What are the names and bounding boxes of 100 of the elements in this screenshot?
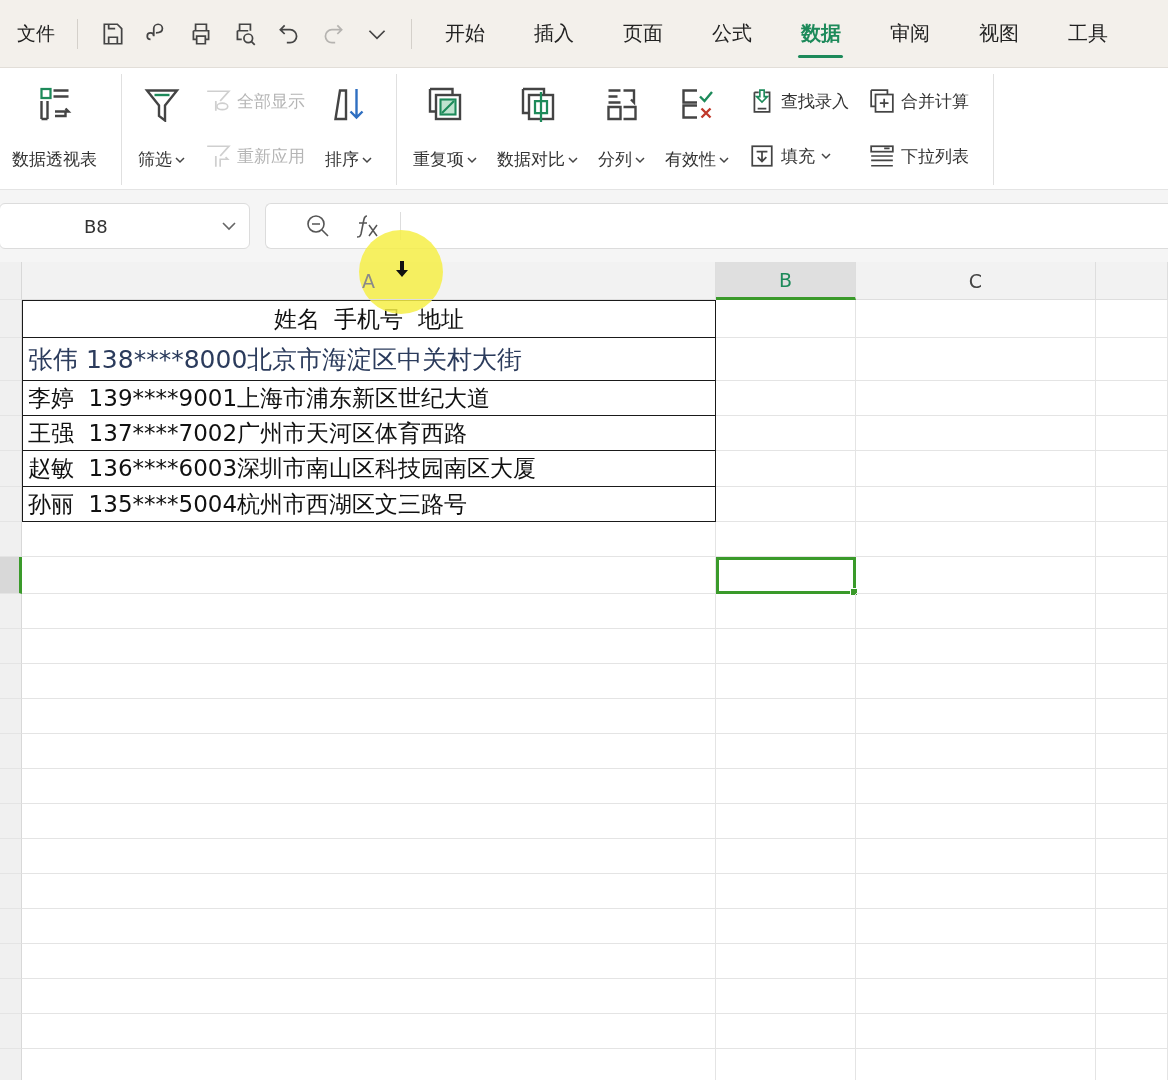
table-cell[interactable] bbox=[856, 699, 1096, 734]
table-cell[interactable] bbox=[1096, 699, 1168, 734]
table-cell[interactable] bbox=[22, 664, 716, 699]
table-cell[interactable] bbox=[22, 522, 716, 557]
table-cell[interactable] bbox=[716, 629, 856, 664]
table-cell[interactable] bbox=[1096, 769, 1168, 804]
menu-tab[interactable]: 页面 bbox=[598, 0, 687, 68]
table-cell[interactable] bbox=[1096, 522, 1168, 557]
table-cell[interactable] bbox=[22, 734, 716, 769]
table-cell[interactable] bbox=[716, 416, 856, 451]
table-cell[interactable] bbox=[856, 944, 1096, 979]
save-icon[interactable] bbox=[100, 20, 126, 47]
table-cell[interactable] bbox=[716, 300, 856, 338]
table-cell[interactable] bbox=[856, 522, 1096, 557]
table-cell[interactable] bbox=[1096, 734, 1168, 769]
table-cell[interactable] bbox=[1096, 557, 1168, 594]
table-cell[interactable] bbox=[716, 804, 856, 839]
table-cell[interactable] bbox=[716, 381, 856, 416]
table-cell[interactable] bbox=[22, 557, 716, 594]
column-header[interactable]: C bbox=[856, 262, 1096, 300]
table-cell[interactable] bbox=[22, 804, 716, 839]
table-cell[interactable] bbox=[716, 699, 856, 734]
table-cell[interactable] bbox=[22, 839, 716, 874]
table-cell[interactable] bbox=[1096, 381, 1168, 416]
ribbon-button[interactable]: 数据透视表 bbox=[2, 74, 107, 185]
table-cell[interactable] bbox=[22, 629, 716, 664]
ribbon-button[interactable]: 数据对比 bbox=[487, 74, 588, 185]
table-cell[interactable] bbox=[716, 338, 856, 381]
table-cell[interactable] bbox=[856, 451, 1096, 487]
table-cell[interactable]: 李婷 139****9001上海市浦东新区世纪大道 bbox=[22, 381, 716, 416]
table-cell[interactable] bbox=[856, 979, 1096, 1014]
table-cell[interactable] bbox=[1096, 979, 1168, 1014]
table-cell[interactable] bbox=[1096, 1014, 1168, 1049]
ribbon-button[interactable]: 填充 bbox=[745, 141, 853, 171]
table-cell[interactable] bbox=[1096, 874, 1168, 909]
table-cell[interactable] bbox=[1096, 416, 1168, 451]
table-cell[interactable] bbox=[716, 451, 856, 487]
menu-tab[interactable]: 插入 bbox=[509, 0, 598, 68]
table-cell[interactable] bbox=[1096, 338, 1168, 381]
table-cell[interactable] bbox=[856, 557, 1096, 594]
table-cell[interactable] bbox=[22, 909, 716, 944]
table-cell[interactable] bbox=[22, 874, 716, 909]
table-cell[interactable]: 王强 137****7002广州市天河区体育西路 bbox=[22, 416, 716, 451]
table-cell[interactable] bbox=[22, 594, 716, 629]
file-menu[interactable]: 文件 bbox=[17, 20, 55, 47]
table-cell[interactable] bbox=[856, 487, 1096, 522]
active-cell[interactable] bbox=[716, 557, 856, 594]
table-cell[interactable] bbox=[22, 979, 716, 1014]
table-cell[interactable] bbox=[1096, 664, 1168, 699]
menu-tab[interactable]: 工具 bbox=[1043, 0, 1132, 68]
menu-tab[interactable]: 开始 bbox=[420, 0, 509, 68]
column-header[interactable] bbox=[1096, 262, 1168, 300]
table-cell[interactable] bbox=[22, 699, 716, 734]
table-cell[interactable] bbox=[856, 300, 1096, 338]
table-cell[interactable]: 孙丽 135****5004杭州市西湖区文三路号 bbox=[22, 487, 716, 522]
table-cell[interactable] bbox=[716, 664, 856, 699]
table-cell[interactable] bbox=[856, 909, 1096, 944]
table-cell[interactable] bbox=[856, 769, 1096, 804]
menu-tab[interactable]: 审阅 bbox=[865, 0, 954, 68]
table-cell[interactable] bbox=[716, 769, 856, 804]
menu-tab[interactable]: 数据 bbox=[776, 0, 865, 68]
table-cell[interactable] bbox=[1096, 804, 1168, 839]
ribbon-button[interactable]: 排序 bbox=[315, 74, 382, 185]
table-cell[interactable] bbox=[716, 522, 856, 557]
table-cell[interactable] bbox=[1096, 300, 1168, 338]
menu-tab[interactable]: 公式 bbox=[687, 0, 776, 68]
table-cell[interactable] bbox=[1096, 839, 1168, 874]
corner-cell[interactable] bbox=[0, 262, 22, 300]
table-cell[interactable] bbox=[716, 909, 856, 944]
table-cell[interactable] bbox=[716, 1014, 856, 1049]
table-cell[interactable] bbox=[1096, 594, 1168, 629]
table-cell[interactable] bbox=[716, 944, 856, 979]
table-cell[interactable] bbox=[716, 979, 856, 1014]
table-cell[interactable] bbox=[22, 944, 716, 979]
table-cell[interactable] bbox=[856, 839, 1096, 874]
table-cell[interactable] bbox=[856, 416, 1096, 451]
table-cell[interactable]: 赵敏 136****6003深圳市南山区科技园南区大厦 bbox=[22, 451, 716, 487]
table-cell[interactable] bbox=[1096, 909, 1168, 944]
table-cell[interactable] bbox=[716, 594, 856, 629]
table-cell[interactable] bbox=[1096, 487, 1168, 522]
menu-tab[interactable]: 视图 bbox=[954, 0, 1043, 68]
table-cell[interactable] bbox=[856, 734, 1096, 769]
table-cell[interactable]: 姓名 手机号 地址 bbox=[22, 300, 716, 338]
ribbon-button[interactable]: 下拉列表 bbox=[865, 141, 973, 171]
table-cell[interactable] bbox=[716, 874, 856, 909]
table-cell[interactable] bbox=[716, 734, 856, 769]
table-cell[interactable] bbox=[856, 874, 1096, 909]
table-cell[interactable] bbox=[856, 338, 1096, 381]
table-cell[interactable] bbox=[856, 664, 1096, 699]
table-cell[interactable] bbox=[856, 1014, 1096, 1049]
table-cell[interactable] bbox=[1096, 944, 1168, 979]
table-cell[interactable] bbox=[856, 629, 1096, 664]
ribbon-button[interactable]: 筛选 bbox=[128, 74, 195, 185]
table-cell[interactable]: 张伟 138****8000北京市海淀区中关村大街 bbox=[22, 338, 716, 381]
table-cell[interactable] bbox=[1096, 629, 1168, 664]
ribbon-button[interactable]: 有效性 bbox=[655, 74, 739, 185]
ribbon-button[interactable]: 合并计算 bbox=[865, 86, 973, 116]
table-cell[interactable] bbox=[22, 1014, 716, 1049]
table-cell[interactable] bbox=[1096, 451, 1168, 487]
table-cell[interactable] bbox=[716, 839, 856, 874]
